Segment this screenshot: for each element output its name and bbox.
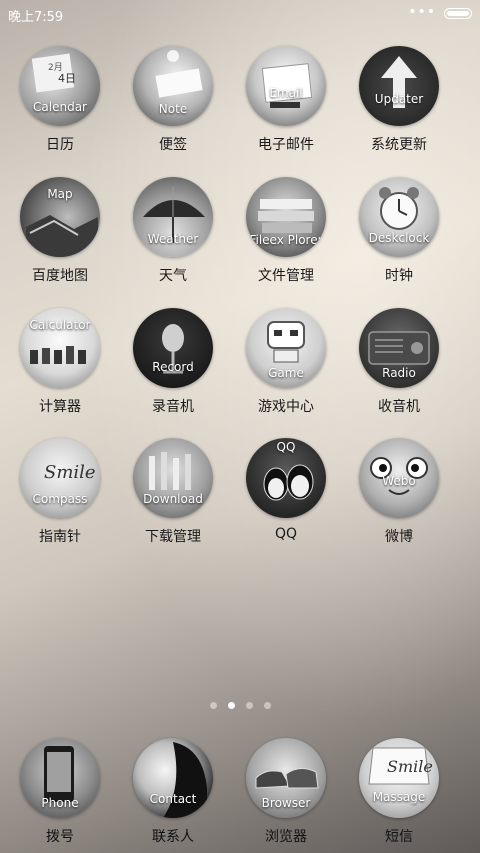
- weather-icon: Weather: [133, 177, 213, 257]
- page-dot-active[interactable]: [228, 702, 235, 709]
- app-qq[interactable]: QQ QQ: [226, 438, 346, 568]
- qq-icon-label: QQ: [276, 440, 296, 454]
- file-explorer-icon-label: Fileex Plorer: [249, 233, 323, 247]
- dock-contacts[interactable]: Contact 联系人: [113, 738, 233, 853]
- app-record[interactable]: Record 录音机: [113, 308, 233, 438]
- app-name: 短信: [385, 829, 413, 845]
- signal-dots-icon: •••: [408, 4, 436, 20]
- app-map[interactable]: Map 百度地图: [0, 177, 120, 307]
- calendar-icon: 2月 4日 Calendar: [20, 46, 100, 126]
- page-indicator[interactable]: [0, 702, 480, 712]
- page-dot[interactable]: [264, 702, 271, 709]
- app-calculator[interactable]: Calculator 计算器: [0, 308, 120, 438]
- updater-icon-label: Updater: [374, 92, 424, 106]
- app-name: 计算器: [39, 399, 81, 415]
- phone-icon-label: Phone: [41, 796, 79, 810]
- clock-icon-label: Deskclock: [368, 231, 430, 245]
- app-clock[interactable]: Deskclock 时钟: [339, 177, 459, 307]
- battery-icon: [444, 8, 472, 19]
- weibo-icon: Webo: [359, 438, 439, 518]
- page-dot[interactable]: [210, 702, 217, 709]
- map-icon-label: Map: [47, 187, 73, 201]
- app-calendar[interactable]: 2月 4日 Calendar 日历: [0, 46, 120, 176]
- messages-icon-label: Massage: [372, 790, 426, 804]
- app-name: 下载管理: [145, 529, 201, 545]
- radio-icon: Radio: [359, 308, 439, 388]
- record-icon-label: Record: [152, 360, 194, 374]
- status-time: 晚上7:59: [8, 10, 64, 25]
- app-name: 录音机: [152, 399, 194, 415]
- svg-text:4日: 4日: [58, 72, 76, 85]
- clock-icon: Deskclock: [359, 177, 439, 257]
- email-icon: Email: [246, 46, 326, 126]
- dock-messages[interactable]: Smile Massage 短信: [339, 738, 459, 853]
- calculator-icon-label: Calculator: [29, 318, 91, 332]
- svg-text:Smile: Smile: [44, 462, 96, 483]
- game-icon: Game: [246, 308, 326, 388]
- app-name: 拨号: [46, 829, 74, 845]
- app-name: 游戏中心: [258, 399, 314, 415]
- app-name: 日历: [46, 137, 74, 153]
- app-name: 系统更新: [371, 137, 427, 153]
- app-name: 指南针: [39, 529, 81, 545]
- page-dot[interactable]: [246, 702, 253, 709]
- file-explorer-icon: Fileex Plorer: [246, 177, 326, 257]
- messages-icon: Smile Massage: [359, 738, 439, 818]
- calculator-icon: Calculator: [20, 308, 100, 388]
- compass-icon: Smile Compass: [20, 438, 100, 518]
- game-icon-label: Game: [268, 366, 304, 380]
- compass-icon-label: Compass: [32, 492, 88, 506]
- updater-icon: Updater: [359, 46, 439, 126]
- app-name: 时钟: [385, 268, 413, 284]
- phone-icon: Phone: [20, 738, 100, 818]
- app-game[interactable]: Game 游戏中心: [226, 308, 346, 438]
- qq-icon: QQ: [246, 438, 326, 518]
- status-bar: 晚上7:59 •••: [0, 0, 480, 28]
- app-name: 便签: [159, 137, 187, 153]
- app-name: 文件管理: [258, 268, 314, 284]
- email-icon-label: Email: [269, 86, 303, 100]
- contacts-icon: Contact: [133, 738, 213, 818]
- map-icon: Map: [20, 177, 100, 257]
- app-name: 联系人: [152, 829, 194, 845]
- note-icon: Note: [133, 46, 213, 126]
- app-weibo[interactable]: Webo 微博: [339, 438, 459, 568]
- app-name: 浏览器: [265, 829, 307, 845]
- weibo-icon-label: Webo: [382, 474, 416, 488]
- app-name: 收音机: [378, 399, 420, 415]
- dock-browser[interactable]: Browser 浏览器: [226, 738, 346, 853]
- calendar-icon-label: Calendar: [33, 100, 87, 114]
- app-name: QQ: [274, 526, 298, 542]
- download-icon: Download: [133, 438, 213, 518]
- app-updater[interactable]: Updater 系统更新: [339, 46, 459, 176]
- radio-icon-label: Radio: [382, 366, 416, 380]
- app-weather[interactable]: Weather 天气: [113, 177, 233, 307]
- note-icon-label: Note: [158, 102, 188, 116]
- app-name: 天气: [159, 268, 187, 284]
- app-note[interactable]: Note 便签: [113, 46, 233, 176]
- app-radio[interactable]: Radio 收音机: [339, 308, 459, 438]
- browser-icon: Browser: [246, 738, 326, 818]
- app-download[interactable]: Download 下载管理: [113, 438, 233, 568]
- weather-icon-label: Weather: [147, 232, 199, 246]
- svg-text:Smile: Smile: [387, 757, 433, 776]
- app-name: 电子邮件: [258, 137, 314, 153]
- app-email[interactable]: Email 电子邮件: [226, 46, 346, 176]
- dock-phone[interactable]: Phone 拨号: [0, 738, 120, 853]
- app-file-explorer[interactable]: Fileex Plorer 文件管理: [226, 177, 346, 307]
- download-icon-label: Download: [143, 492, 203, 506]
- contacts-icon-label: Contact: [149, 792, 197, 806]
- browser-icon-label: Browser: [261, 796, 311, 810]
- app-name: 百度地图: [32, 268, 88, 284]
- record-icon: Record: [133, 308, 213, 388]
- app-compass[interactable]: Smile Compass 指南针: [0, 438, 120, 568]
- app-name: 微博: [385, 529, 413, 545]
